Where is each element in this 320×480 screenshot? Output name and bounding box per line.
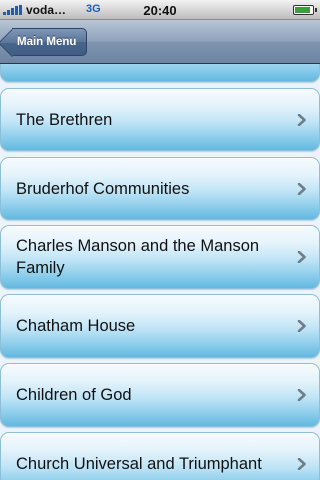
list-item[interactable]: Chatham House <box>0 294 320 358</box>
list-item[interactable]: Bruderhof Communities <box>0 157 320 220</box>
list-item[interactable] <box>0 64 320 82</box>
list-item[interactable]: Children of God <box>0 363 320 427</box>
list-item-label: The Brethren <box>16 110 113 129</box>
list-item-label: Bruderhof Communities <box>16 179 190 198</box>
list-item-label: Charles Manson and the Manson Family <box>16 237 260 277</box>
list-item[interactable]: Church Universal and Triumphant <box>0 432 320 480</box>
status-bar: voda… 3G 20:40 <box>0 0 320 20</box>
chevron-right-icon <box>297 251 306 263</box>
list-item-label: Children of God <box>16 386 132 404</box>
group-list[interactable]: The Brethren Bruderhof Communities Charl… <box>0 64 320 480</box>
list-item-label <box>16 64 279 81</box>
status-time: 20:40 <box>143 3 177 18</box>
list-item[interactable]: The Brethren <box>0 88 320 151</box>
list-item[interactable]: Charles Manson and the Manson Family <box>0 225 320 289</box>
chevron-right-icon <box>297 458 306 470</box>
chevron-right-icon <box>297 320 306 332</box>
chevron-right-icon <box>297 389 306 401</box>
main-menu-back-button[interactable]: Main Menu <box>12 28 87 56</box>
list-item-label: Chatham House <box>16 317 136 335</box>
list-item-label: Church Universal and Triumphant <box>16 455 262 473</box>
chevron-right-icon <box>297 182 306 195</box>
battery-icon <box>293 5 317 15</box>
back-button-label: Main Menu <box>17 36 77 48</box>
navigation-bar: Main Menu <box>0 20 320 64</box>
chevron-right-icon <box>297 113 306 126</box>
